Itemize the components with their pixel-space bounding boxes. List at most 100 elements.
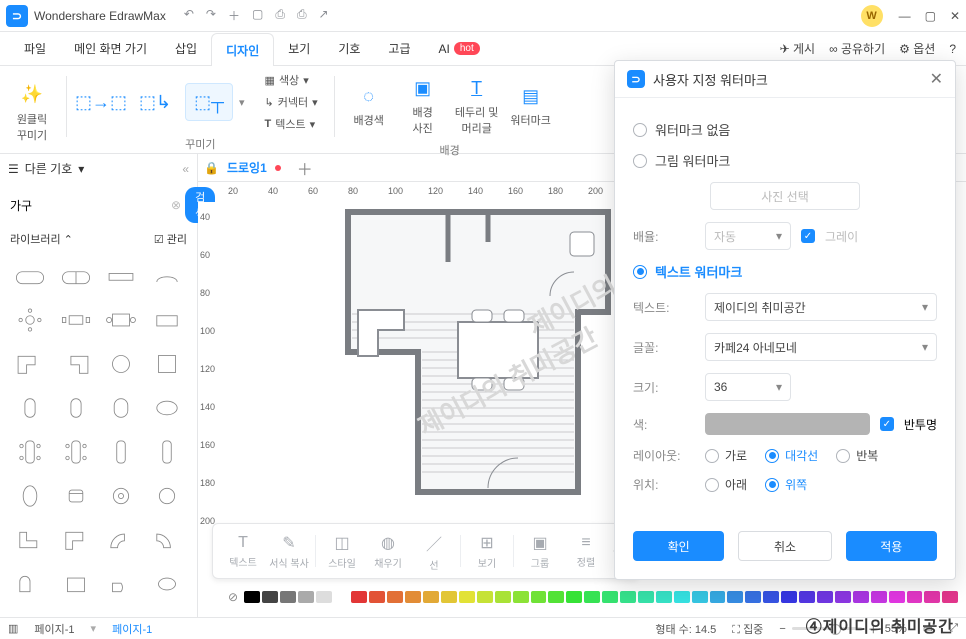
color-swatch[interactable] bbox=[817, 591, 833, 603]
color-swatch[interactable] bbox=[280, 591, 296, 603]
color-swatch[interactable] bbox=[799, 591, 815, 603]
cancel-button[interactable]: 취소 bbox=[738, 531, 831, 561]
shape-sofa-1[interactable] bbox=[8, 255, 52, 297]
help-icon[interactable]: ? bbox=[949, 42, 956, 56]
shape-bench[interactable] bbox=[100, 255, 144, 297]
color-swatch[interactable] bbox=[477, 591, 493, 603]
shape-rounded-rect-2[interactable] bbox=[54, 387, 98, 429]
shape-table-rect-chairs[interactable] bbox=[54, 299, 98, 341]
color-swatch[interactable] bbox=[441, 591, 457, 603]
tab-drawing-1[interactable]: 드로잉1 bbox=[227, 159, 267, 176]
zoom-slider[interactable] bbox=[792, 627, 862, 630]
fullscreen-icon[interactable]: ⤢ bbox=[949, 622, 958, 635]
text-dropdown[interactable]: T텍스트 ▾ bbox=[259, 114, 324, 134]
shape-misc-1[interactable] bbox=[8, 563, 52, 605]
position-up-radio[interactable]: 위쪽 bbox=[765, 476, 807, 493]
menu-options[interactable]: ⚙ 옵션 bbox=[899, 40, 935, 57]
page-selector[interactable]: 페이지-1 bbox=[34, 621, 74, 637]
color-swatch[interactable] bbox=[656, 591, 672, 603]
color-swatch[interactable] bbox=[907, 591, 923, 603]
shape-fancy-table[interactable] bbox=[54, 475, 98, 517]
tab-manage[interactable]: ☑ 관리 bbox=[154, 231, 187, 247]
shape-desk[interactable] bbox=[145, 299, 189, 341]
color-none-icon[interactable]: ⊘ bbox=[228, 590, 242, 604]
bgcolor-button[interactable]: ◌배경색 bbox=[345, 78, 393, 132]
menu-advanced[interactable]: 고급 bbox=[374, 32, 424, 65]
ratio-select[interactable]: 자동 bbox=[705, 222, 791, 250]
text-input[interactable]: 제이디의 취미공간 bbox=[705, 293, 937, 321]
shape-armchair[interactable] bbox=[145, 255, 189, 297]
ctx-copyfmt-button[interactable]: ✎서식 복사 bbox=[267, 533, 311, 570]
ctx-fill-button[interactable]: ◍채우기 bbox=[366, 533, 410, 570]
color-swatch[interactable] bbox=[513, 591, 529, 603]
shape-circle[interactable] bbox=[100, 343, 144, 385]
color-swatch[interactable] bbox=[710, 591, 726, 603]
theme-style-2[interactable]: ⬚↳ bbox=[131, 84, 179, 120]
search-input[interactable] bbox=[8, 194, 167, 216]
close-icon[interactable]: ✕ bbox=[950, 9, 960, 23]
redo-icon[interactable]: ↷ bbox=[206, 7, 216, 24]
select-photo-button[interactable]: 사진 선택 bbox=[710, 182, 860, 210]
color-swatch[interactable] bbox=[853, 591, 869, 603]
color-swatch[interactable] bbox=[620, 591, 636, 603]
fit-page-icon[interactable]: ▭ bbox=[923, 622, 933, 635]
opt-image-watermark[interactable]: 그림 워터마크 bbox=[633, 151, 937, 170]
color-swatch[interactable] bbox=[244, 591, 260, 603]
menu-symbol[interactable]: 기호 bbox=[324, 32, 374, 65]
zoom-in-button[interactable]: ＋ bbox=[868, 621, 879, 637]
color-picker[interactable] bbox=[705, 413, 870, 435]
color-swatch[interactable] bbox=[387, 591, 403, 603]
apply-button[interactable]: 적용 bbox=[846, 531, 937, 561]
color-swatch[interactable] bbox=[727, 591, 743, 603]
open-icon[interactable]: ▢ bbox=[252, 7, 263, 24]
shape-dining-set[interactable] bbox=[100, 299, 144, 341]
shape-long-table-2[interactable] bbox=[54, 431, 98, 473]
shape-rounded-rect-3[interactable] bbox=[100, 387, 144, 429]
print-icon[interactable]: ⎙ bbox=[297, 7, 307, 24]
color-swatch[interactable] bbox=[674, 591, 690, 603]
ok-button[interactable]: 확인 bbox=[633, 531, 724, 561]
shape-table-round-chairs[interactable] bbox=[8, 299, 52, 341]
collapse-sidebar-button[interactable]: « bbox=[182, 162, 189, 176]
ctx-group-button[interactable]: ▣그룹 bbox=[518, 533, 562, 570]
color-swatch[interactable] bbox=[316, 591, 332, 603]
color-swatch[interactable] bbox=[548, 591, 564, 603]
export-icon[interactable]: ↗ bbox=[319, 7, 329, 24]
color-swatch[interactable] bbox=[602, 591, 618, 603]
color-swatch[interactable] bbox=[405, 591, 421, 603]
menu-design[interactable]: 디자인 bbox=[211, 33, 274, 66]
shape-curve-1[interactable] bbox=[100, 519, 144, 561]
menu-ai[interactable]: AIhot bbox=[425, 32, 494, 65]
shape-round-table-2[interactable] bbox=[100, 475, 144, 517]
focus-mode-button[interactable]: ⛶ 집중 bbox=[732, 621, 763, 637]
color-swatch[interactable] bbox=[745, 591, 761, 603]
shape-misc-3[interactable] bbox=[100, 563, 144, 605]
color-swatch[interactable] bbox=[566, 591, 582, 603]
color-swatch[interactable] bbox=[584, 591, 600, 603]
opt-no-watermark[interactable]: 워터마크 없음 bbox=[633, 120, 937, 139]
ctx-style-button[interactable]: ◫스타일 bbox=[320, 533, 364, 570]
shape-square[interactable] bbox=[145, 343, 189, 385]
tab-library[interactable]: 라이브러리 ⌃ bbox=[10, 231, 73, 247]
theme-dropdown-icon[interactable]: ▾ bbox=[239, 96, 245, 109]
shape-sofa-2[interactable] bbox=[54, 255, 98, 297]
shape-long-table-3[interactable] bbox=[100, 431, 144, 473]
shape-rounded-rect-1[interactable] bbox=[8, 387, 52, 429]
layout-diagonal-radio[interactable]: 대각선 bbox=[765, 447, 818, 464]
clear-search-icon[interactable]: ⊗ bbox=[171, 198, 181, 212]
color-swatch[interactable] bbox=[889, 591, 905, 603]
menu-insert[interactable]: 삽입 bbox=[161, 32, 211, 65]
oneclick-decorate-button[interactable]: ✨ 원클릭 꾸미기 bbox=[8, 77, 56, 147]
ctx-text-button[interactable]: T텍스트 bbox=[221, 534, 265, 569]
color-swatch[interactable] bbox=[835, 591, 851, 603]
shape-l-1[interactable] bbox=[8, 519, 52, 561]
shape-oval-table-1[interactable] bbox=[8, 475, 52, 517]
font-select[interactable]: 카페24 아네모네 bbox=[705, 333, 937, 361]
theme-style-1[interactable]: ⬚→⬚ bbox=[77, 84, 125, 120]
position-down-radio[interactable]: 아래 bbox=[705, 476, 747, 493]
color-swatch[interactable] bbox=[638, 591, 654, 603]
menu-view[interactable]: 보기 bbox=[274, 32, 324, 65]
shape-long-table-1[interactable] bbox=[8, 431, 52, 473]
add-tab-button[interactable]: ＋ bbox=[297, 156, 313, 180]
shape-corner-1[interactable] bbox=[8, 343, 52, 385]
